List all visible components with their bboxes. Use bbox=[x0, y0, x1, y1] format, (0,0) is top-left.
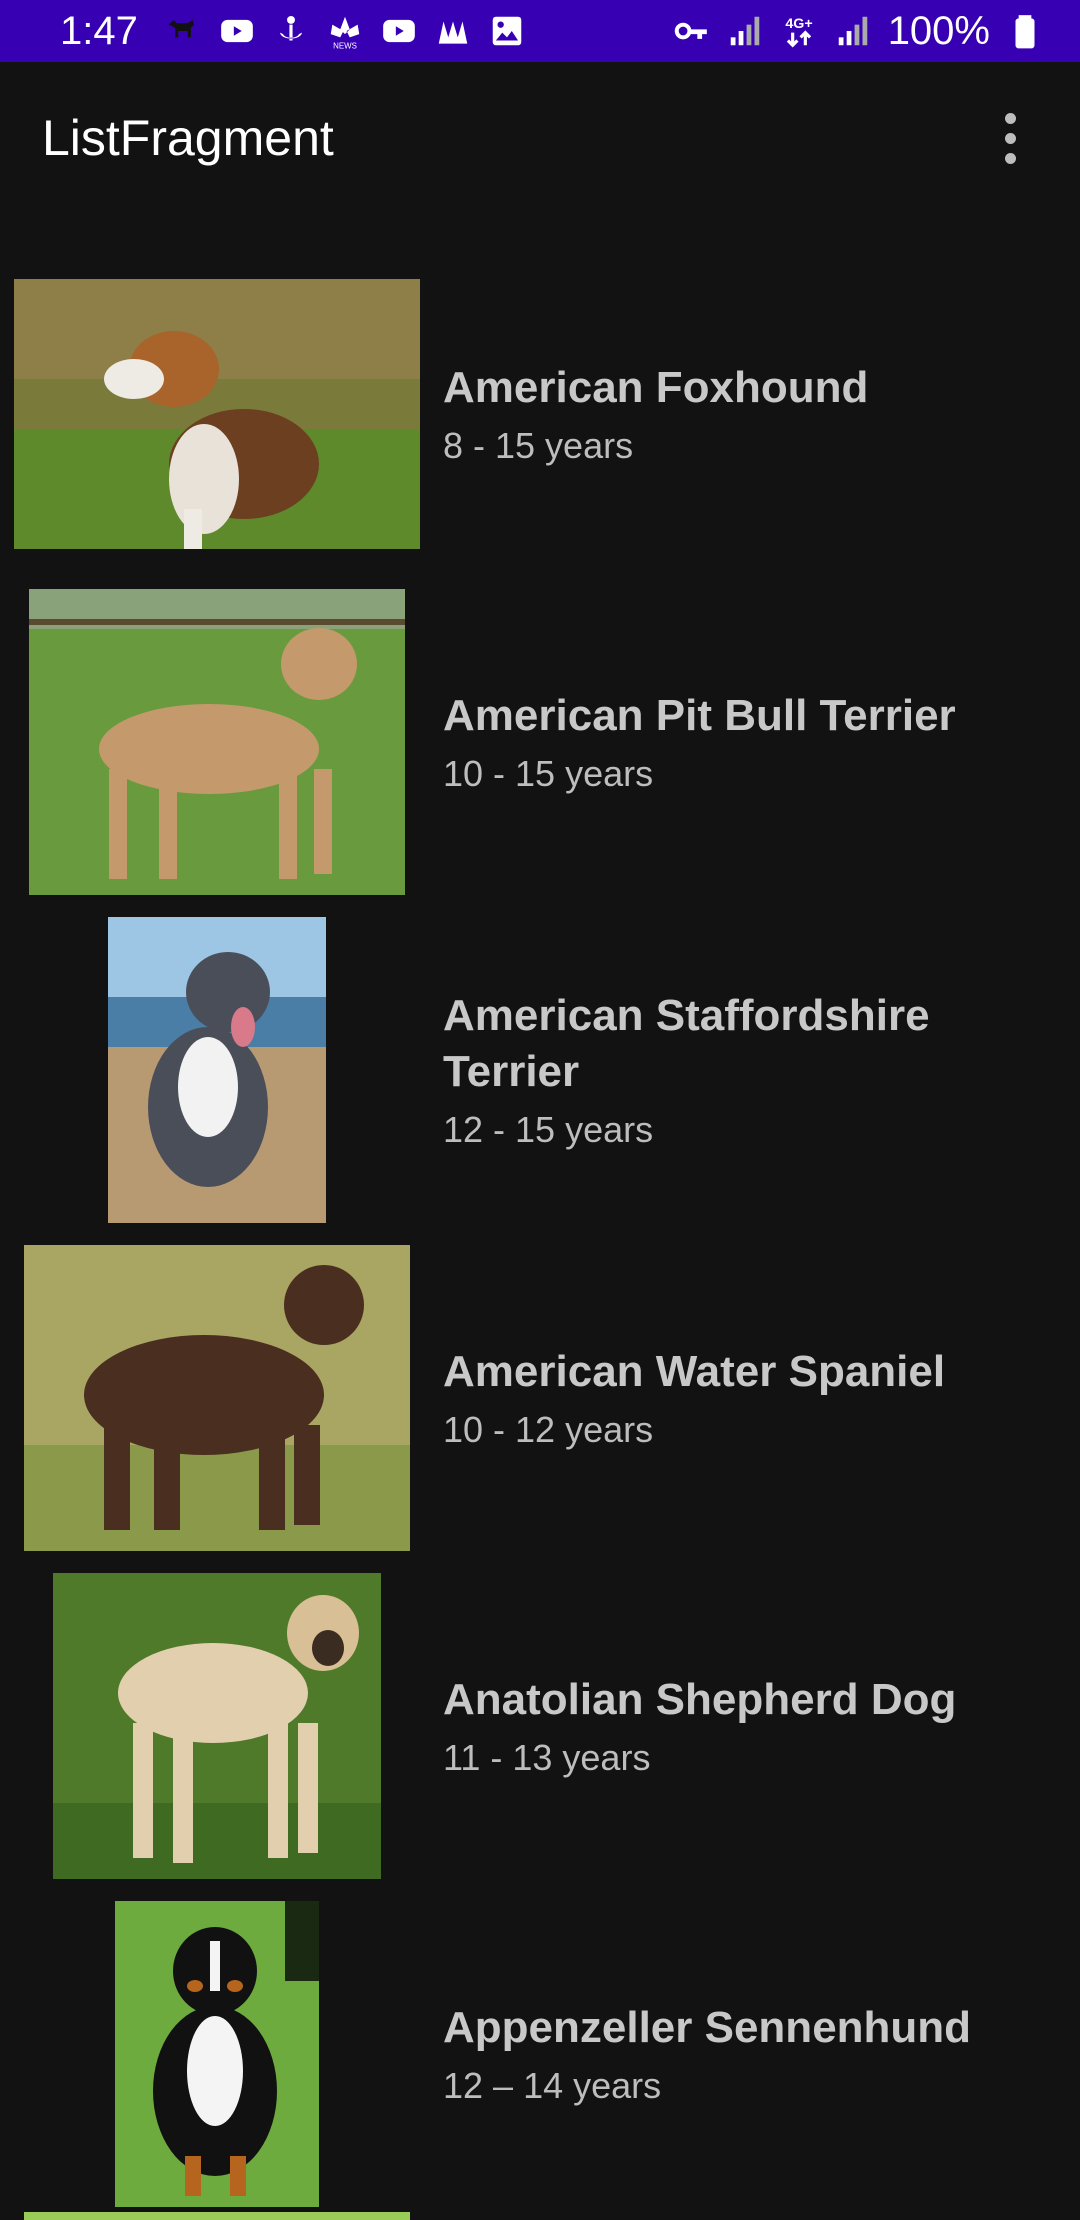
key-icon bbox=[672, 12, 710, 50]
menu-dot bbox=[1004, 152, 1016, 164]
svg-text:4G+: 4G+ bbox=[785, 16, 812, 32]
thumbnail-wrap bbox=[14, 906, 420, 1234]
battery-icon bbox=[1006, 12, 1044, 50]
status-bar: 1:47 NEWS 4G+ 100% bbox=[0, 0, 1080, 62]
breed-name: American Staffordshire Terrier bbox=[443, 991, 930, 1096]
list-item[interactable]: American Staffordshire Terrier 12 - 15 y… bbox=[0, 906, 1080, 1234]
item-text: Appenzeller Sennenhund 12 – 14 years bbox=[443, 2000, 1043, 2108]
thumbnail-wrap bbox=[14, 1234, 420, 1562]
dog-icon bbox=[164, 12, 202, 50]
battery-percentage: 100% bbox=[887, 8, 990, 53]
breed-name: American Foxhound bbox=[443, 363, 869, 412]
list-item[interactable]: American Water Spaniel 10 - 12 years bbox=[0, 1234, 1080, 1562]
breed-name: Anatolian Shepherd Dog bbox=[443, 1675, 957, 1724]
anchor-icon bbox=[272, 12, 310, 50]
breed-photo bbox=[14, 279, 420, 549]
list-item[interactable]: American Foxhound 8 - 15 years bbox=[0, 250, 1080, 578]
item-text: American Pit Bull Terrier 10 - 15 years bbox=[443, 688, 1043, 796]
list-item[interactable]: American Pit Bull Terrier 10 - 15 years bbox=[0, 578, 1080, 906]
youtube-icon bbox=[380, 12, 418, 50]
news-icon: NEWS bbox=[326, 12, 364, 50]
youtube-icon bbox=[218, 12, 256, 50]
breed-life-span: 10 - 12 years bbox=[443, 1409, 654, 1450]
data-4g-icon: 4G+ bbox=[780, 12, 818, 50]
thumbnail-wrap bbox=[14, 250, 420, 578]
app-bar: ListFragment bbox=[0, 62, 1080, 214]
item-text: American Foxhound 8 - 15 years bbox=[443, 360, 1043, 468]
thumbnail-wrap bbox=[14, 578, 420, 906]
status-time: 1:47 bbox=[60, 8, 138, 53]
menu-dot bbox=[1004, 112, 1016, 124]
breed-name: American Pit Bull Terrier bbox=[443, 691, 956, 740]
breed-photo bbox=[108, 917, 326, 1223]
next-item-photo-edge bbox=[24, 2212, 410, 2220]
app-title: ListFragment bbox=[42, 110, 334, 166]
thumbnail-wrap bbox=[14, 1890, 420, 2218]
menu-dot bbox=[1004, 132, 1016, 144]
item-text: Anatolian Shepherd Dog 11 - 13 years bbox=[443, 1672, 1043, 1780]
thumbnail-wrap bbox=[14, 1562, 420, 1890]
image-icon bbox=[488, 12, 526, 50]
breed-photo bbox=[29, 589, 405, 895]
breed-life-span: 10 - 15 years bbox=[443, 753, 654, 794]
list-item[interactable]: Anatolian Shepherd Dog 11 - 13 years bbox=[0, 1562, 1080, 1890]
breed-life-span: 12 – 14 years bbox=[443, 2065, 662, 2106]
item-text: American Staffordshire Terrier 12 - 15 y… bbox=[443, 988, 1043, 1152]
list-item[interactable]: Appenzeller Sennenhund 12 – 14 years bbox=[0, 1890, 1080, 2218]
signal-icon bbox=[726, 12, 764, 50]
breed-list: American Foxhound 8 - 15 years American … bbox=[0, 250, 1080, 2218]
more-vert-icon[interactable] bbox=[980, 98, 1040, 178]
status-right: 4G+ 100% bbox=[672, 9, 1044, 54]
item-text: American Water Spaniel 10 - 12 years bbox=[443, 1344, 1043, 1452]
svg-text:NEWS: NEWS bbox=[333, 41, 357, 50]
breed-photo bbox=[115, 1901, 319, 2207]
breed-life-span: 8 - 15 years bbox=[443, 425, 634, 466]
breed-name: American Water Spaniel bbox=[443, 1347, 946, 1396]
breed-name: Appenzeller Sennenhund bbox=[443, 2003, 972, 2052]
breed-photo bbox=[24, 1245, 410, 1551]
breed-life-span: 11 - 13 years bbox=[443, 1737, 651, 1778]
breed-life-span: 12 - 15 years bbox=[443, 1109, 654, 1150]
breed-photo bbox=[53, 1573, 381, 1879]
signal-icon bbox=[834, 12, 872, 50]
status-left: 1:47 NEWS bbox=[60, 9, 526, 54]
chart-icon bbox=[434, 12, 472, 50]
